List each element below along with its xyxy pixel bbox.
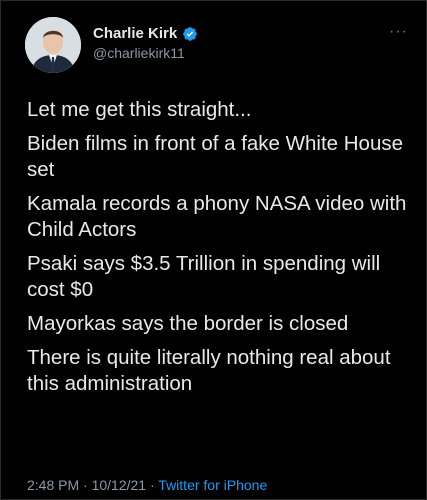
display-name[interactable]: Charlie Kirk <box>93 25 177 42</box>
tweet-date[interactable]: 10/12/21 <box>92 477 147 493</box>
avatar[interactable] <box>25 17 81 73</box>
profile-photo <box>25 17 81 73</box>
tweet-time[interactable]: 2:48 PM <box>27 477 79 493</box>
author-names: Charlie Kirk @charliekirk11 <box>93 25 198 61</box>
tweet-line: Biden films in front of a fake White Hou… <box>27 132 404 181</box>
tweet-line: Let me get this straight... <box>27 98 252 121</box>
tweet-text: Let me get this straight... Biden films … <box>27 97 408 405</box>
tweet-line: Kamala records a phony NASA video with C… <box>27 192 407 241</box>
tweet-source-link[interactable]: Twitter for iPhone <box>158 477 267 493</box>
meta-separator: · <box>79 477 92 493</box>
tweet-line: Mayorkas says the border is closed <box>27 312 349 335</box>
tweet-meta: 2:48 PM · 10/12/21 · Twitter for iPhone <box>27 477 267 493</box>
tweet-card: Charlie Kirk @charliekirk11 ··· Let me g… <box>0 0 427 500</box>
tweet-header: Charlie Kirk @charliekirk11 ··· <box>25 15 412 75</box>
handle[interactable]: @charliekirk11 <box>93 45 198 61</box>
verified-badge-icon <box>182 26 198 42</box>
more-options-icon[interactable]: ··· <box>389 23 408 41</box>
meta-separator: · <box>146 477 159 493</box>
tweet-line: Psaki says $3.5 Trillion in spending wil… <box>27 252 381 301</box>
tweet-line: There is quite literally nothing real ab… <box>27 346 391 395</box>
